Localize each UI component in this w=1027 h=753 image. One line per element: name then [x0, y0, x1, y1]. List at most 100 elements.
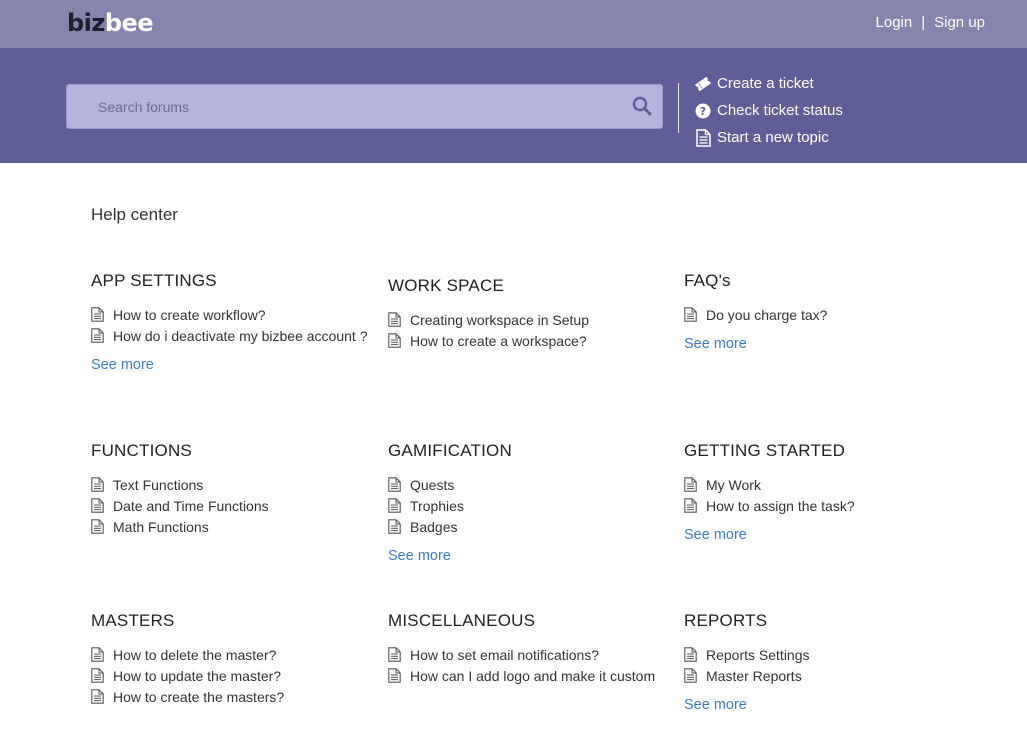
help-section: WORK SPACE Creating workspace in Setup How…	[388, 275, 668, 351]
article-title: Trophies	[410, 497, 464, 514]
login-link[interactable]: Login	[876, 14, 913, 31]
section-title[interactable]: APP SETTINGS	[91, 270, 367, 292]
article-link[interactable]: How to create a workspace?	[388, 330, 668, 351]
help-section: APP SETTINGS How to create workflow? How d…	[91, 270, 367, 375]
article-link[interactable]: How to update the master?	[91, 665, 367, 686]
document-icon	[388, 647, 401, 662]
help-section: GETTING STARTED My Work How to assign the …	[684, 440, 964, 545]
start-new-topic-label: Start a new topic	[717, 129, 829, 146]
article-title: My Work	[706, 476, 761, 493]
article-title: How to create workflow?	[113, 306, 266, 323]
help-section: FUNCTIONS Text Functions Date and Time Fun…	[91, 440, 367, 537]
question-circle-icon: ?	[694, 102, 712, 120]
see-more-link[interactable]: See more	[388, 546, 668, 566]
article-title: Math Functions	[113, 518, 209, 535]
article-link[interactable]: Reports Settings	[684, 644, 964, 665]
article-link[interactable]: How to create the masters?	[91, 686, 367, 707]
article-title: How to delete the master?	[113, 646, 277, 663]
document-icon	[684, 307, 697, 322]
article-title: How to create the masters?	[113, 688, 285, 705]
article-link[interactable]: Quests	[388, 474, 668, 495]
document-icon	[388, 333, 401, 348]
search-icon[interactable]	[632, 96, 652, 116]
help-section: REPORTS Reports Settings Master Reports See…	[684, 610, 964, 715]
see-more-link[interactable]: See more	[684, 525, 964, 545]
article-title: How can I add logo and make it custom	[410, 667, 656, 684]
section-title[interactable]: GAMIFICATION	[388, 440, 668, 462]
logo-part-biz: biz	[67, 9, 105, 37]
document-icon	[388, 312, 401, 327]
auth-links: Login | Sign up	[876, 14, 985, 32]
article-title: How to create a workspace?	[410, 332, 587, 349]
check-ticket-status-link[interactable]: ? Check ticket status	[694, 97, 843, 124]
see-more-link[interactable]: See more	[684, 695, 964, 715]
article-link[interactable]: How to create workflow?	[91, 304, 367, 325]
section-title[interactable]: GETTING STARTED	[684, 440, 964, 462]
article-link[interactable]: Do you charge tax?	[684, 304, 964, 325]
document-icon	[388, 477, 401, 492]
check-ticket-status-label: Check ticket status	[717, 102, 843, 119]
search-input[interactable]	[67, 85, 627, 128]
document-icon	[388, 498, 401, 513]
create-ticket-label: Create a ticket	[717, 75, 814, 92]
article-link[interactable]: Badges	[388, 516, 668, 537]
article-link[interactable]: Master Reports	[684, 665, 964, 686]
document-icon	[684, 498, 697, 513]
article-title: Text Functions	[113, 476, 204, 493]
article-link[interactable]: How can I add logo and make it custom	[388, 665, 668, 686]
search-hero: Create a ticket ? Check ticket status	[0, 48, 1027, 163]
svg-text:?: ?	[700, 105, 706, 118]
section-title[interactable]: FAQ's	[684, 270, 964, 292]
article-title: How to update the master?	[113, 667, 282, 684]
start-new-topic-link[interactable]: Start a new topic	[694, 124, 843, 151]
ticket-icon	[694, 75, 712, 93]
document-icon	[684, 477, 697, 492]
help-section: GAMIFICATION Quests Trophies Badges See more	[388, 440, 668, 566]
article-link[interactable]: Text Functions	[91, 474, 367, 495]
document-icon	[388, 519, 401, 534]
article-title: Date and Time Functions	[113, 497, 269, 514]
article-title: How to set email notifications?	[410, 646, 600, 663]
section-title[interactable]: WORK SPACE	[388, 275, 668, 297]
article-title: Reports Settings	[706, 646, 810, 663]
article-link[interactable]: How to delete the master?	[91, 644, 367, 665]
section-title[interactable]: MASTERS	[91, 610, 367, 632]
logo-part-bee: bee	[104, 9, 154, 37]
article-title: Badges	[410, 518, 458, 535]
article-link[interactable]: Date and Time Functions	[91, 495, 367, 516]
section-title[interactable]: REPORTS	[684, 610, 964, 632]
document-icon	[91, 498, 104, 513]
article-link[interactable]: Creating workspace in Setup	[388, 309, 668, 330]
document-icon	[388, 668, 401, 683]
signup-link[interactable]: Sign up	[934, 14, 985, 31]
article-link[interactable]: How to assign the task?	[684, 495, 964, 516]
article-link[interactable]: How do i deactivate my bizbee account ?	[91, 325, 367, 346]
see-more-link[interactable]: See more	[684, 334, 964, 354]
see-more-link[interactable]: See more	[91, 355, 367, 375]
article-link[interactable]: How to set email notifications?	[388, 644, 668, 665]
article-title: Creating workspace in Setup	[410, 311, 589, 328]
article-link[interactable]: Trophies	[388, 495, 668, 516]
document-icon	[91, 689, 104, 704]
article-link[interactable]: My Work	[684, 474, 964, 495]
top-navbar: bizbee Login | Sign up	[0, 0, 1027, 48]
search-box	[66, 84, 663, 129]
document-icon	[694, 128, 712, 147]
article-title: Master Reports	[706, 667, 802, 684]
create-ticket-link[interactable]: Create a ticket	[694, 70, 843, 97]
article-title: Do you charge tax?	[706, 306, 828, 323]
document-icon	[91, 307, 104, 322]
article-title: Quests	[410, 476, 455, 493]
help-section: MISCELLANEOUS How to set email notificati…	[388, 610, 668, 686]
document-icon	[684, 647, 697, 662]
help-section: FAQ's Do you charge tax? See more	[684, 270, 964, 354]
document-icon	[91, 668, 104, 683]
bizbee-logo[interactable]: bizbee	[67, 8, 154, 38]
hero-divider	[678, 83, 679, 133]
section-title[interactable]: FUNCTIONS	[91, 440, 367, 462]
auth-separator: |	[921, 14, 926, 31]
document-icon	[91, 477, 104, 492]
article-title: How to assign the task?	[706, 497, 855, 514]
article-link[interactable]: Math Functions	[91, 516, 367, 537]
section-title[interactable]: MISCELLANEOUS	[388, 610, 668, 632]
